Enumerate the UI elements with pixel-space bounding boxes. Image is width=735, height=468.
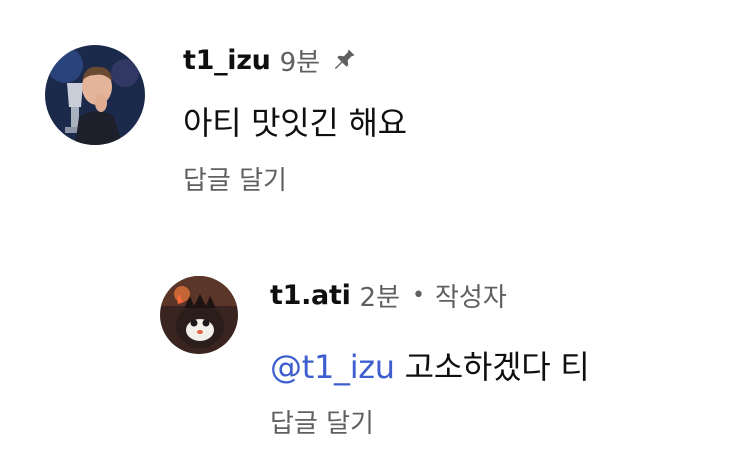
separator-dot: • bbox=[412, 282, 425, 308]
avatar[interactable] bbox=[45, 45, 145, 145]
reply-button[interactable]: 답글 달기 bbox=[270, 403, 374, 440]
comment-timestamp[interactable]: 9분 bbox=[280, 42, 320, 79]
comment-header: t1.ati 2분 • 작성자 bbox=[270, 275, 507, 315]
pin-icon bbox=[330, 46, 358, 74]
comment-author[interactable]: t1.ati bbox=[270, 280, 351, 311]
reply-button[interactable]: 답글 달기 bbox=[183, 160, 287, 197]
comment-text: 아티 맛잇긴 해요 bbox=[183, 104, 407, 142]
mention-link[interactable]: @t1_izu bbox=[270, 348, 395, 386]
comment-header: t1_izu 9분 bbox=[183, 40, 358, 80]
comment-text-content: 고소하겠다 티 bbox=[394, 348, 590, 386]
comment-author[interactable]: t1_izu bbox=[183, 45, 271, 76]
comment-timestamp[interactable]: 2분 bbox=[360, 277, 400, 314]
avatar[interactable] bbox=[160, 276, 238, 354]
creator-badge: 작성자 bbox=[435, 282, 507, 313]
comment-text: @t1_izu 고소하겠다 티 bbox=[270, 342, 590, 388]
